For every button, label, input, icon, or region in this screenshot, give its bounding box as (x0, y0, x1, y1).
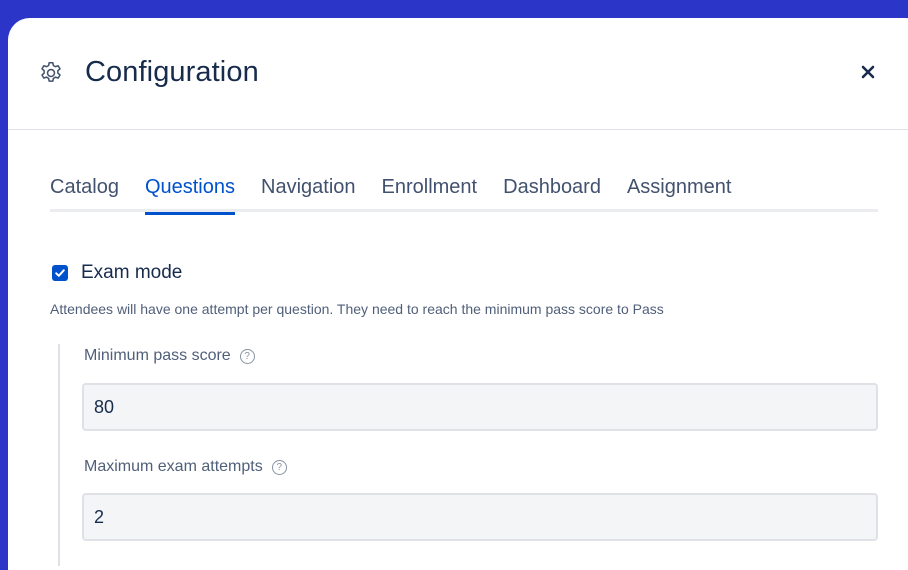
exam-mode-row: Exam mode (52, 262, 182, 284)
min-pass-score-label: Minimum pass score ? (84, 347, 255, 365)
help-icon[interactable]: ? (239, 348, 255, 364)
indent-divider (58, 344, 60, 566)
configuration-dialog: Configuration Catalog Questions Navigati… (8, 18, 908, 570)
tab-questions[interactable]: Questions (144, 170, 236, 215)
exam-mode-label[interactable]: Exam mode (81, 262, 182, 284)
max-exam-attempts-input[interactable]: 2 (82, 493, 878, 541)
help-icon[interactable]: ? (271, 459, 287, 475)
tab-enrollment[interactable]: Enrollment (382, 170, 478, 212)
exam-mode-description: Attendees will have one attempt per ques… (50, 301, 664, 317)
dialog-header: Configuration (8, 18, 908, 130)
tab-navigation[interactable]: Navigation (261, 170, 356, 212)
tab-assignment[interactable]: Assignment (627, 170, 732, 212)
max-exam-attempts-label-text: Maximum exam attempts (84, 458, 263, 475)
tab-catalog[interactable]: Catalog (50, 170, 119, 212)
dialog-title: Configuration (85, 56, 259, 88)
exam-mode-checkbox[interactable] (52, 265, 68, 281)
min-pass-score-input[interactable]: 80 (82, 383, 878, 431)
tab-dashboard[interactable]: Dashboard (503, 170, 601, 212)
max-exam-attempts-label: Maximum exam attempts ? (84, 458, 287, 476)
close-icon[interactable] (858, 62, 878, 82)
min-pass-score-label-text: Minimum pass score (84, 347, 231, 364)
gear-icon (38, 60, 64, 86)
tab-bar: Catalog Questions Navigation Enrollment … (50, 170, 878, 215)
